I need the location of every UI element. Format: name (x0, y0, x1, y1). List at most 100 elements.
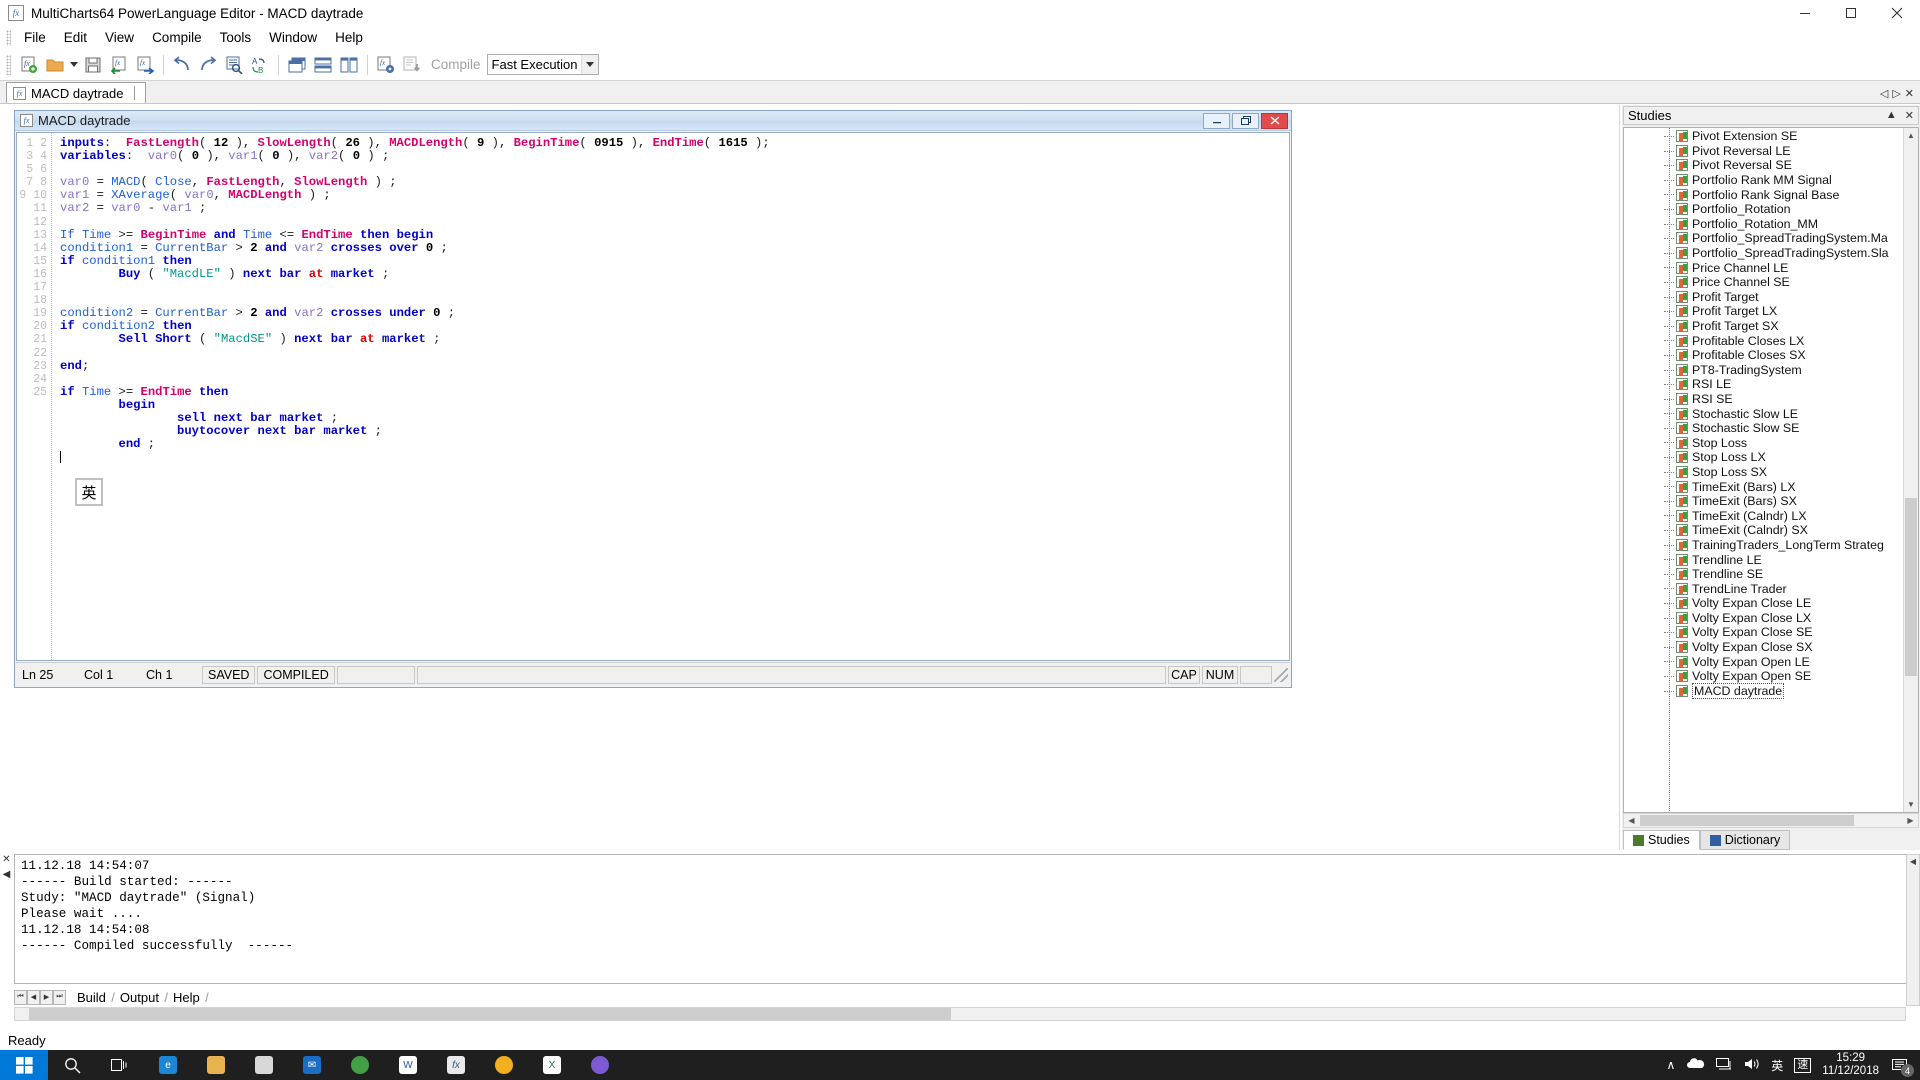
studies-tree-item[interactable]: Trendline SE (1624, 567, 1903, 582)
import-study-icon[interactable]: fx (106, 52, 132, 78)
studies-tree-item[interactable]: TrainingTraders_LongTerm Strateg (1624, 538, 1903, 553)
hscroll-thumb[interactable] (1640, 815, 1854, 826)
studies-tree-item[interactable]: Portfolio_SpreadTradingSystem.Sla (1624, 246, 1903, 261)
save-icon[interactable] (80, 52, 106, 78)
studies-tree-item[interactable]: Portfolio_SpreadTradingSystem.Mа (1624, 231, 1903, 246)
output-right-splitter[interactable]: ◀ (1906, 854, 1920, 1006)
studies-tree-item[interactable]: TimeExit (Calndr) LX (1624, 508, 1903, 523)
task-view-icon[interactable] (96, 1050, 144, 1080)
menu-tools[interactable]: Tools (211, 27, 261, 48)
menu-edit[interactable]: Edit (55, 27, 96, 48)
tab-next-button[interactable]: ▷ (1892, 87, 1900, 100)
output-close-icon[interactable]: ✕ (2, 854, 10, 865)
studies-tree-item[interactable]: Volty Expan Close SX (1624, 640, 1903, 655)
ime-mode-icon[interactable]: 速 (1794, 1057, 1812, 1073)
compile-settings-icon[interactable]: fx (373, 52, 399, 78)
undo-icon[interactable] (169, 52, 195, 78)
studies-tree-item[interactable]: Portfolio_Rotation_MM (1624, 217, 1903, 232)
replace-icon[interactable]: A B (247, 52, 273, 78)
tab-help[interactable]: Help (166, 990, 208, 1005)
open-folder-icon[interactable] (42, 52, 68, 78)
tray-chevron-up-icon[interactable]: ∧ (1666, 1058, 1675, 1072)
studies-tree-item[interactable]: Trendline LE (1624, 552, 1903, 567)
studies-tree-item[interactable]: Volty Expan Open SE (1624, 669, 1903, 684)
export-study-icon[interactable]: fx (132, 52, 158, 78)
studies-tree-item[interactable]: PT8-TradingSystem (1624, 363, 1903, 378)
open-dropdown-icon[interactable] (68, 52, 80, 78)
mail-icon[interactable]: ✉ (288, 1050, 336, 1080)
output-collapse-icon[interactable]: ◀ (3, 869, 11, 880)
output-nav-first[interactable]: ⏮ (14, 989, 27, 1005)
mdi-close-button[interactable] (1261, 112, 1288, 129)
word-icon[interactable]: W (384, 1050, 432, 1080)
menu-help[interactable]: Help (326, 27, 372, 48)
redo-icon[interactable] (195, 52, 221, 78)
studies-tree-item[interactable]: Profit Target (1624, 290, 1903, 305)
code-content[interactable]: inputs: FastLength( 12 ), SlowLength( 26… (52, 133, 1289, 660)
studies-tree-item[interactable]: Portfolio Rank Signal Base (1624, 187, 1903, 202)
mdi-minimize-button[interactable] (1203, 112, 1230, 129)
collapse-icon[interactable]: ▲ (1886, 109, 1897, 122)
studies-tree-item[interactable]: RSI LE (1624, 377, 1903, 392)
studies-tree-item[interactable]: Portfolio_Rotation (1624, 202, 1903, 217)
studies-tree-item[interactable]: MACD daytrade (1624, 682, 1903, 699)
studies-tree-item[interactable]: Pivot Extension SE (1624, 129, 1903, 144)
tab-build[interactable]: Build (70, 990, 115, 1005)
studies-tree-item[interactable]: Portfolio Rank MM Signal (1624, 173, 1903, 188)
studies-tree-item[interactable]: RSI SE (1624, 392, 1903, 407)
toolbar-grip-icon[interactable] (6, 54, 11, 75)
studies-tree-item[interactable]: TimeExit (Bars) LX (1624, 479, 1903, 494)
compile-icon[interactable] (399, 52, 425, 78)
studies-tree-item[interactable]: Profit Target LX (1624, 304, 1903, 319)
find-icon[interactable] (221, 52, 247, 78)
scroll-right-button[interactable]: ▶ (1903, 816, 1918, 825)
network-icon[interactable] (1716, 1057, 1733, 1074)
studies-tree-item[interactable]: Stop Loss (1624, 435, 1903, 450)
mdi-title-bar[interactable]: fx MACD daytrade (15, 111, 1291, 131)
tile-vertical-icon[interactable] (336, 52, 362, 78)
new-study-icon[interactable]: fx (16, 52, 42, 78)
menu-file[interactable]: File (15, 27, 55, 48)
studies-tree-item[interactable]: Pivot Reversal SE (1624, 158, 1903, 173)
file-explorer-icon[interactable] (192, 1050, 240, 1080)
studies-tree-item[interactable]: TimeExit (Bars) SX (1624, 494, 1903, 509)
minimize-button[interactable] (1782, 0, 1828, 27)
studies-tree-item[interactable]: Stop Loss LX (1624, 450, 1903, 465)
tab-output[interactable]: Output (113, 990, 168, 1005)
output-hscroll-thumb[interactable] (29, 1008, 951, 1020)
edge-icon[interactable]: e (144, 1050, 192, 1080)
browser-icon[interactable] (576, 1050, 624, 1080)
onedrive-icon[interactable] (1686, 1057, 1705, 1073)
search-icon[interactable] (48, 1050, 96, 1080)
studies-tree-item[interactable]: Pivot Reversal LE (1624, 144, 1903, 159)
chrome2-icon[interactable] (480, 1050, 528, 1080)
ime-language-icon[interactable]: 英 (1771, 1057, 1783, 1074)
powerlanguage-editor-icon[interactable]: fx (432, 1050, 480, 1080)
volume-icon[interactable] (1744, 1057, 1760, 1074)
notifications-icon[interactable]: 4 (1890, 1055, 1914, 1077)
studies-tree-item[interactable]: Profit Target SX (1624, 319, 1903, 334)
close-button[interactable] (1874, 0, 1920, 27)
studies-tree-container[interactable]: Pivot Extension SE Pivot Reversal LE Pivot… (1623, 127, 1919, 813)
studies-tree-item[interactable]: Volty Expan Close SE (1624, 625, 1903, 640)
execution-mode-select[interactable]: Fast Execution (486, 54, 599, 75)
studies-tree-item[interactable]: Stochastic Slow SE (1624, 421, 1903, 436)
studies-tree-item[interactable]: Profitable Closes SX (1624, 348, 1903, 363)
tile-horizontal-icon[interactable] (310, 52, 336, 78)
output-nav-next[interactable]: ▶ (40, 989, 53, 1005)
studies-tree-item[interactable]: Volty Expan Open LE (1624, 654, 1903, 669)
studies-vertical-scrollbar[interactable]: ▲ ▼ (1903, 128, 1918, 812)
doc-tab-macd-daytrade[interactable]: fx MACD daytrade (6, 82, 147, 103)
scroll-down-button[interactable]: ▼ (1904, 797, 1918, 812)
tab-prev-button[interactable]: ◁ (1880, 87, 1888, 100)
studies-tree-item[interactable]: TimeExit (Calndr) SX (1624, 523, 1903, 538)
mdi-restore-button[interactable] (1232, 112, 1259, 129)
excel-icon[interactable]: X (528, 1050, 576, 1080)
output-nav-last[interactable]: ⏭ (53, 989, 66, 1005)
store-icon[interactable] (240, 1050, 288, 1080)
cascade-windows-icon[interactable] (284, 52, 310, 78)
studies-tree-item[interactable]: Stop Loss SX (1624, 465, 1903, 480)
resize-grip-icon[interactable] (1274, 667, 1288, 682)
studies-tree-item[interactable]: Price Channel LE (1624, 260, 1903, 275)
studies-horizontal-scrollbar[interactable]: ◀ ▶ (1623, 813, 1919, 828)
